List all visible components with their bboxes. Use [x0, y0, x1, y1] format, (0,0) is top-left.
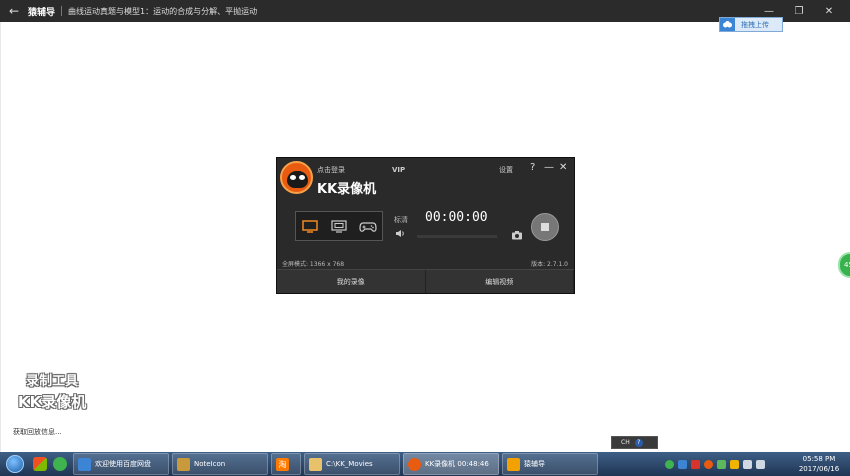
task-yuanfudao[interactable]: 猿辅导 — [502, 453, 598, 475]
close-icon[interactable]: ✕ — [559, 162, 567, 173]
tray-volume-icon[interactable] — [756, 459, 765, 469]
task-folder[interactable]: C:\KK_Movies — [304, 453, 400, 475]
window-minimize-icon[interactable]: — — [754, 6, 784, 17]
task-kk-recorder[interactable]: KK录像机 00:48:46 — [403, 453, 499, 475]
task-noteicon[interactable]: NoteIcon — [172, 453, 268, 475]
kk-recorder-icon — [408, 457, 421, 471]
watermark-line-1: 录制工具 — [26, 374, 79, 389]
kk-recorder-window: 点击登录 VIP KK录像机 设置 ? — ✕ 标清 00:00:00 全屏模式… — [276, 157, 575, 294]
speaker-icon[interactable] — [395, 229, 406, 240]
playback-status: 获取回放信息... — [13, 428, 62, 436]
settings-button[interactable]: 设置 — [499, 165, 513, 175]
task-label: 欢迎使用百度网盘 — [95, 460, 151, 468]
tray-360-icon[interactable] — [665, 459, 674, 469]
volume-bar[interactable] — [417, 235, 497, 238]
windows-taskbar: 欢迎使用百度网盘 NoteIcon 淘 C:\KK_Movies KK录像机 0… — [0, 452, 850, 476]
task-label: NoteIcon — [194, 460, 226, 468]
login-link[interactable]: 点击登录 — [317, 165, 345, 175]
tray-app-icon[interactable] — [730, 459, 739, 469]
tray-network-icon[interactable] — [743, 459, 752, 469]
vip-badge[interactable]: VIP — [392, 166, 405, 174]
fullscreen-mode-info: 全屏模式: 1366 x 768 — [282, 261, 345, 268]
version-label: 版本: 2.7.1.0 — [531, 261, 568, 268]
record-mode-selector — [295, 211, 383, 241]
task-baidu[interactable]: 欢迎使用百度网盘 — [73, 453, 169, 475]
minimize-icon[interactable]: — — [544, 162, 554, 173]
clock-time: 05:58 PM — [802, 455, 836, 463]
taskbar-clock[interactable]: 05:58 PM 2017/06/16 — [792, 454, 846, 474]
region-mode-icon[interactable] — [329, 218, 349, 234]
screenshot-camera-icon[interactable] — [511, 230, 523, 242]
taobao-icon: 淘 — [276, 457, 289, 471]
kk-bottom-buttons: 我的录像 编辑视频 — [277, 269, 574, 293]
task-label: 猿辅导 — [524, 460, 545, 468]
product-name: KK录像机 — [317, 182, 377, 197]
stop-square-icon — [541, 223, 549, 231]
quicklaunch-360[interactable] — [50, 452, 70, 476]
language-indicator[interactable]: CH — [612, 439, 635, 446]
language-bar[interactable]: CH ? — [611, 436, 658, 449]
drag-upload-button[interactable]: 拖拽上传 — [719, 17, 783, 32]
windows-flag-icon — [33, 457, 47, 471]
baidu-netdisk-icon — [78, 457, 91, 471]
kk-watermark: 录制工具 KK录像机 — [18, 370, 86, 412]
system-tray — [665, 452, 769, 476]
tray-cloud-icon[interactable] — [678, 459, 687, 469]
task-label: C:\KK_Movies — [326, 460, 373, 468]
windows-orb-icon — [6, 455, 24, 473]
note-icon — [177, 457, 190, 471]
window-close-icon[interactable]: ✕ — [814, 6, 844, 17]
quicklaunch-explorer[interactable] — [30, 452, 50, 476]
lesson-title: 曲线运动真题与模型1：运动的合成与分解、平抛运动 — [68, 6, 258, 16]
language-help-icon[interactable]: ? — [634, 438, 643, 447]
game-mode-icon[interactable] — [358, 218, 378, 234]
quality-label[interactable]: 标清 — [394, 215, 408, 225]
record-timer: 00:00:00 — [425, 210, 488, 225]
start-button[interactable] — [0, 452, 30, 476]
yuanfudao-icon — [507, 457, 520, 471]
green-arrow-icon — [53, 457, 67, 471]
record-stop-button[interactable] — [531, 213, 559, 241]
upload-label: 拖拽上传 — [741, 20, 769, 29]
fullscreen-mode-icon[interactable] — [300, 218, 320, 234]
back-arrow-icon[interactable]: ← — [0, 4, 28, 18]
title-separator — [61, 6, 63, 16]
folder-icon — [309, 457, 322, 471]
my-recordings-button[interactable]: 我的录像 — [277, 270, 426, 293]
tray-shield-icon[interactable] — [691, 459, 700, 469]
watermark-line-2: KK录像机 — [18, 393, 87, 411]
help-icon[interactable]: ? — [530, 162, 535, 173]
tray-plus-icon[interactable] — [717, 459, 726, 469]
app-name: 猿辅导 — [28, 7, 56, 18]
kk-logo-icon — [280, 161, 313, 194]
baidu-cloud-icon — [720, 18, 735, 31]
clock-date: 2017/06/16 — [798, 465, 840, 473]
edit-video-button[interactable]: 编辑视频 — [425, 270, 574, 293]
window-maximize-icon[interactable]: ❐ — [784, 6, 814, 17]
task-label: KK录像机 00:48:46 — [425, 460, 489, 468]
tray-kk-icon[interactable] — [704, 459, 713, 469]
task-taobao[interactable]: 淘 — [271, 453, 301, 475]
